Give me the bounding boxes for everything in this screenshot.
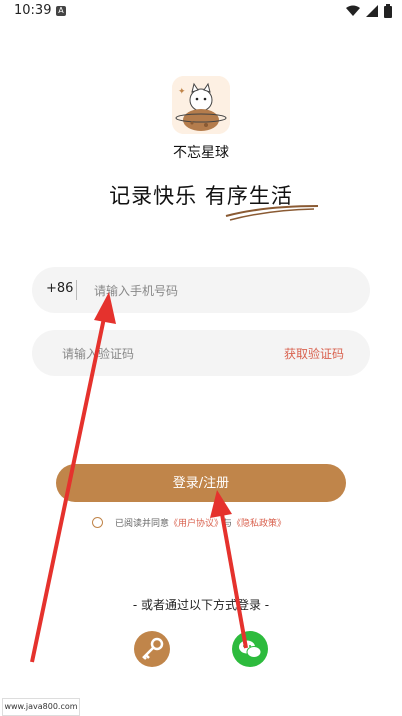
phone-input[interactable] — [92, 267, 356, 315]
key-icon — [142, 637, 164, 660]
agreement-prefix: 已阅读并同意 — [115, 519, 170, 529]
app-logo: ✦ — [172, 76, 230, 134]
field-divider — [76, 280, 77, 300]
phone-field: +86 — [32, 267, 370, 315]
code-field: 获取验证码 — [32, 330, 370, 378]
cat-planet-icon: ✦ — [172, 76, 230, 134]
key-login-button[interactable] — [134, 631, 170, 667]
wechat-icon — [239, 640, 262, 658]
watermark: www.java800.com — [2, 698, 80, 716]
agreement-and: 与 — [223, 519, 233, 529]
country-code[interactable]: +86 — [46, 281, 73, 296]
slogan-underline — [225, 205, 319, 221]
wifi-icon — [346, 5, 360, 16]
privacy-policy-link[interactable]: 《隐私政策》 — [232, 516, 286, 529]
notification-icon: A — [56, 6, 66, 16]
agreement: 已阅读并同意 《用户协议》 与 《隐私政策》 — [92, 516, 286, 529]
status-time: 10:39 — [14, 3, 52, 18]
code-input[interactable] — [60, 330, 244, 378]
login-register-button[interactable]: 登录/注册 — [56, 464, 346, 502]
other-login-label: - 或者通过以下方式登录 - — [132, 598, 270, 612]
wechat-login-button[interactable] — [232, 631, 268, 667]
battery-icon — [384, 4, 392, 18]
svg-text:✦: ✦ — [178, 87, 186, 97]
app-name: 不忘星球 — [173, 145, 229, 161]
slogan: 记录快乐 有序生活 — [109, 184, 293, 208]
agree-checkbox[interactable] — [92, 517, 103, 528]
get-code-button[interactable]: 获取验证码 — [284, 345, 344, 362]
signal-icon — [366, 5, 378, 17]
user-agreement-link[interactable]: 《用户协议》 — [169, 516, 223, 529]
status-icons — [346, 4, 392, 18]
status-bar: 10:39 A — [0, 0, 402, 24]
